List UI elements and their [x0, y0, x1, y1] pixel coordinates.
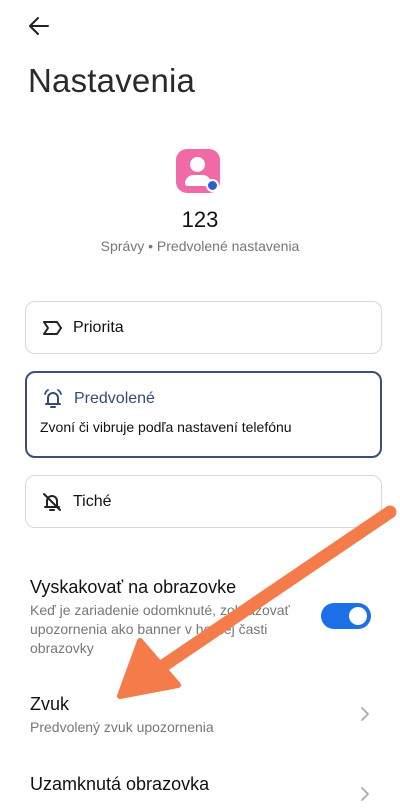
option-label: Priorita — [73, 319, 124, 336]
option-description: Zvoní či vibruje podľa nastavení telefón… — [40, 419, 292, 435]
option-label: Tiché — [73, 493, 112, 510]
option-label: Predvolené — [74, 390, 155, 407]
option-silent[interactable]: Tiché — [25, 475, 382, 528]
setting-title: Uzamknutá obrazovka — [30, 774, 210, 794]
back-button[interactable] — [24, 10, 56, 42]
popup-toggle[interactable] — [321, 603, 371, 629]
setting-title: Vyskakovať na obrazovke — [30, 577, 237, 597]
setting-title: Zvuk — [30, 694, 70, 714]
option-priority[interactable]: Priorita — [25, 301, 382, 354]
bell-off-icon — [41, 491, 63, 513]
app-subtitle: Správy • Predvolené nastavenia — [100, 238, 300, 254]
setting-description: Predvolený zvuk upozornenia — [30, 719, 214, 735]
app-name: 123 — [181, 207, 219, 232]
setting-lockscreen[interactable]: Uzamknutá obrazovka — [30, 774, 375, 795]
chevron-right-icon — [358, 784, 372, 804]
priority-icon — [41, 317, 63, 339]
chevron-right-icon — [358, 704, 372, 724]
bell-icon — [42, 388, 64, 410]
setting-description: Keď je zariadenie odomknuté, zobrazovať … — [30, 602, 290, 656]
setting-sound[interactable]: Zvuk Predvolený zvuk upozornenia — [30, 694, 375, 737]
option-default[interactable]: Predvolené Zvoní či vibruje podľa nastav… — [25, 371, 382, 458]
page-title: Nastavenia — [28, 62, 196, 99]
arrow-left-icon — [29, 17, 49, 35]
contact-icon — [176, 149, 220, 193]
setting-popup[interactable]: Vyskakovať na obrazovke Keď je zariadeni… — [30, 577, 310, 658]
status-dot — [206, 179, 219, 192]
